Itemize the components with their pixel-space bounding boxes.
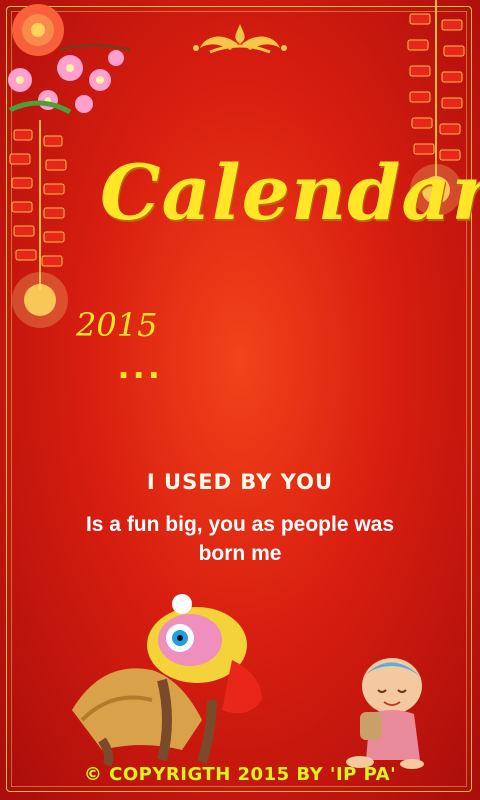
page-title: Calendar — [100, 148, 480, 237]
body-line-1: Is a fun big, you as people was — [85, 513, 395, 536]
top-ornament-icon — [193, 24, 287, 54]
monk-child-icon — [346, 658, 424, 769]
ellipsis-label: ... — [118, 343, 164, 387]
lion-dance-icon — [72, 594, 262, 768]
body-text: Is a fun big, you as people was born me — [60, 510, 420, 568]
heading-text: I USED BY YOU — [146, 470, 334, 494]
body-line-2: born me — [198, 542, 282, 565]
year-label: 2015 — [76, 306, 158, 344]
plum-blossom-icon — [8, 4, 131, 115]
copyright-text: © COPYRIGTH 2015 BY 'IP PA' — [83, 764, 397, 785]
